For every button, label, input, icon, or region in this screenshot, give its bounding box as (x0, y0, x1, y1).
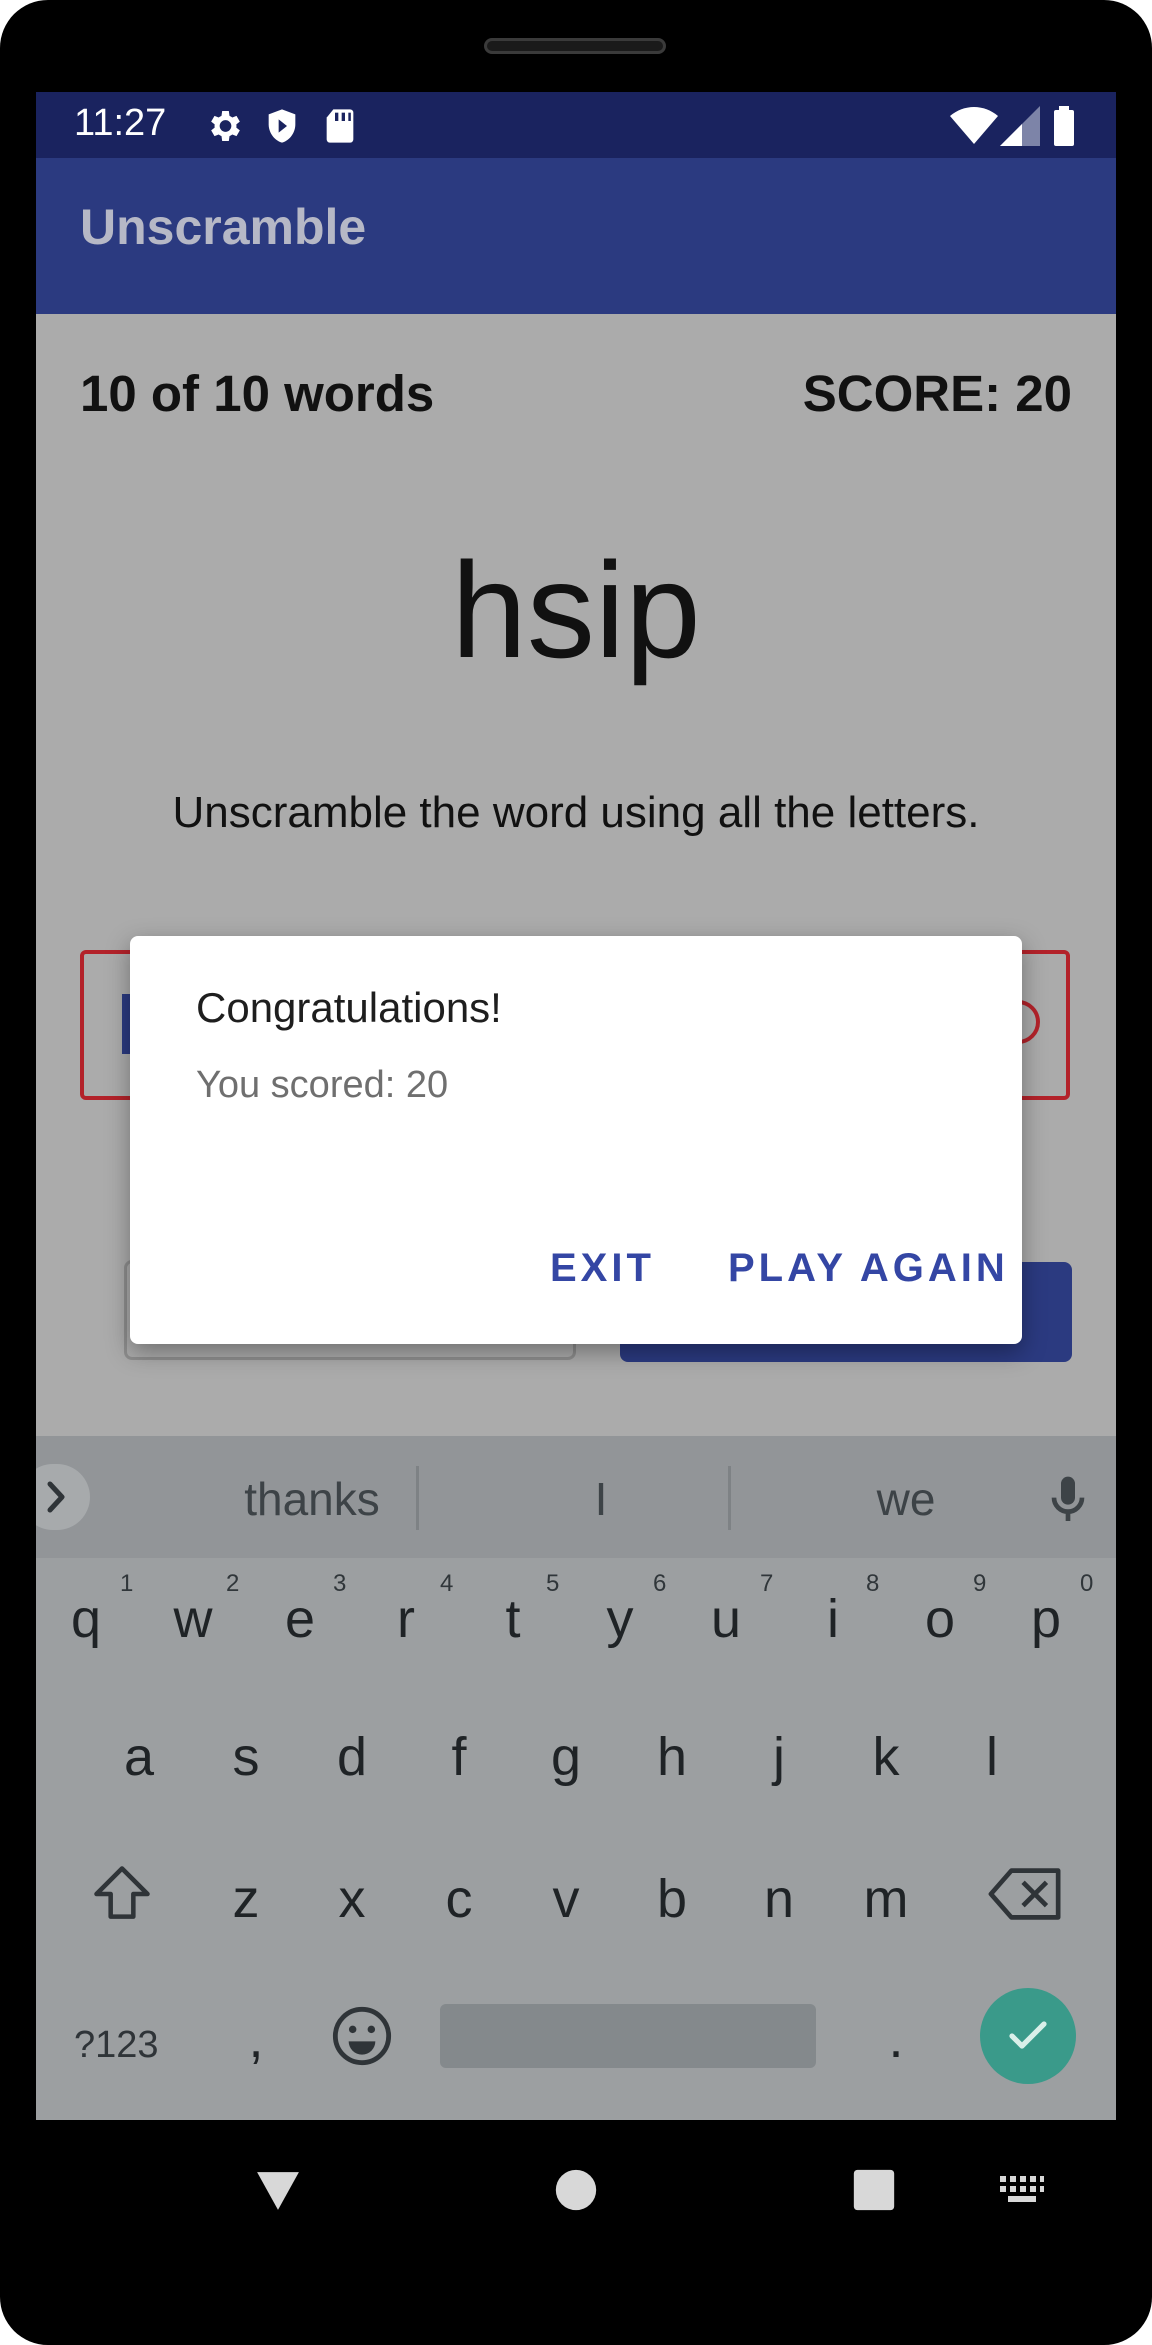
key-u[interactable]: u (696, 1588, 756, 1650)
suggestion-3[interactable]: we (766, 1472, 1046, 1526)
key-hint-1: 1 (120, 1570, 134, 1597)
key-m[interactable]: m (856, 1868, 916, 1930)
key-hint-4: 4 (440, 1570, 454, 1597)
settings-icon (211, 111, 240, 141)
home-icon[interactable] (554, 2168, 598, 2212)
sd-card-icon (326, 109, 354, 143)
score: SCORE: 20 (802, 365, 1072, 422)
status-bar: 11:27 (36, 92, 1116, 158)
comma-key[interactable]: , (226, 2008, 286, 2070)
key-t[interactable]: t (483, 1588, 543, 1650)
key-g[interactable]: g (536, 1726, 596, 1788)
exit-button[interactable]: EXIT (550, 1246, 655, 1291)
key-i[interactable]: i (803, 1588, 863, 1650)
chevron-right-icon (47, 1481, 65, 1513)
key-n[interactable]: n (749, 1868, 809, 1930)
screen: 11:27 Unscramble 10 of 10 words SCORE: 2… (36, 92, 1116, 2120)
shield-icon (268, 109, 296, 143)
key-hint-0: 0 (1080, 1570, 1094, 1597)
word-count: 10 of 10 words (80, 365, 435, 422)
key-y[interactable]: y (590, 1588, 650, 1650)
suggestion-bar: thanks I we (36, 1436, 1116, 1558)
key-k[interactable]: k (856, 1726, 916, 1788)
key-p[interactable]: p (1016, 1588, 1076, 1650)
suggestion-divider (416, 1466, 419, 1530)
key-hint-5: 5 (546, 1570, 560, 1597)
app-title: Unscramble (80, 199, 367, 255)
congratulations-dialog: Congratulations! You scored: 20 EXIT PLA… (130, 936, 1022, 1344)
app-bar: Unscramble (36, 158, 1116, 314)
spacebar[interactable] (440, 2004, 816, 2068)
key-o[interactable]: o (910, 1588, 970, 1650)
key-h[interactable]: h (642, 1726, 702, 1788)
key-s[interactable]: s (216, 1726, 276, 1788)
backspace-icon[interactable] (988, 1862, 1064, 1926)
key-r[interactable]: r (376, 1588, 436, 1650)
earpiece-speaker (484, 38, 666, 54)
key-c[interactable]: c (429, 1868, 489, 1930)
suggestion-2[interactable]: I (436, 1472, 766, 1526)
play-again-button[interactable]: PLAY AGAIN (728, 1246, 1009, 1291)
back-icon[interactable] (252, 2168, 304, 2214)
suggestion-divider (728, 1466, 731, 1530)
suggestions-expand-button[interactable] (36, 1464, 90, 1530)
key-hint-2: 2 (226, 1570, 240, 1597)
key-w[interactable]: w (163, 1588, 223, 1650)
key-hint-7: 7 (760, 1570, 774, 1597)
battery-icon (1054, 106, 1074, 146)
system-nav-bar (0, 2120, 1152, 2290)
key-a[interactable]: a (109, 1726, 169, 1788)
key-b[interactable]: b (642, 1868, 702, 1930)
key-hint-3: 3 (333, 1570, 347, 1597)
input-cursor (122, 994, 130, 1054)
instructions: Unscramble the word using all the letter… (172, 788, 980, 837)
microphone-icon[interactable] (1040, 1472, 1096, 1528)
recents-icon[interactable] (852, 2168, 896, 2212)
key-z[interactable]: z (216, 1868, 276, 1930)
key-hint-6: 6 (653, 1570, 667, 1597)
checkmark-icon (1009, 2021, 1047, 2049)
status-time: 11:27 (74, 102, 167, 144)
symbols-key[interactable]: ?123 (74, 2024, 159, 2067)
key-j[interactable]: j (749, 1726, 809, 1788)
key-hint-9: 9 (973, 1570, 987, 1597)
key-x[interactable]: x (322, 1868, 382, 1930)
dialog-message: You scored: 20 (196, 1064, 449, 1106)
key-q[interactable]: q (56, 1588, 116, 1650)
shift-icon[interactable] (86, 1860, 158, 1928)
period-key[interactable]: . (866, 2008, 926, 2070)
emoji-icon[interactable] (330, 2004, 394, 2068)
key-l[interactable]: l (962, 1726, 1022, 1788)
enter-button[interactable] (980, 1988, 1076, 2084)
key-f[interactable]: f (429, 1726, 489, 1788)
device-frame: 11:27 Unscramble 10 of 10 words SCORE: 2… (0, 0, 1152, 2345)
wifi-icon (950, 107, 998, 144)
scrambled-word: hsip (451, 534, 701, 686)
soft-keyboard: thanks I we q w e r t y u i o p 1 2 3 4 … (36, 1436, 1116, 2120)
suggestion-1[interactable]: thanks (172, 1472, 452, 1526)
key-d[interactable]: d (322, 1726, 382, 1788)
dialog-title: Congratulations! (196, 984, 502, 1031)
key-v[interactable]: v (536, 1868, 596, 1930)
signal-icon (1000, 106, 1040, 146)
keyboard-switch-icon[interactable] (998, 2174, 1046, 2206)
key-hint-8: 8 (866, 1570, 880, 1597)
key-e[interactable]: e (270, 1588, 330, 1650)
